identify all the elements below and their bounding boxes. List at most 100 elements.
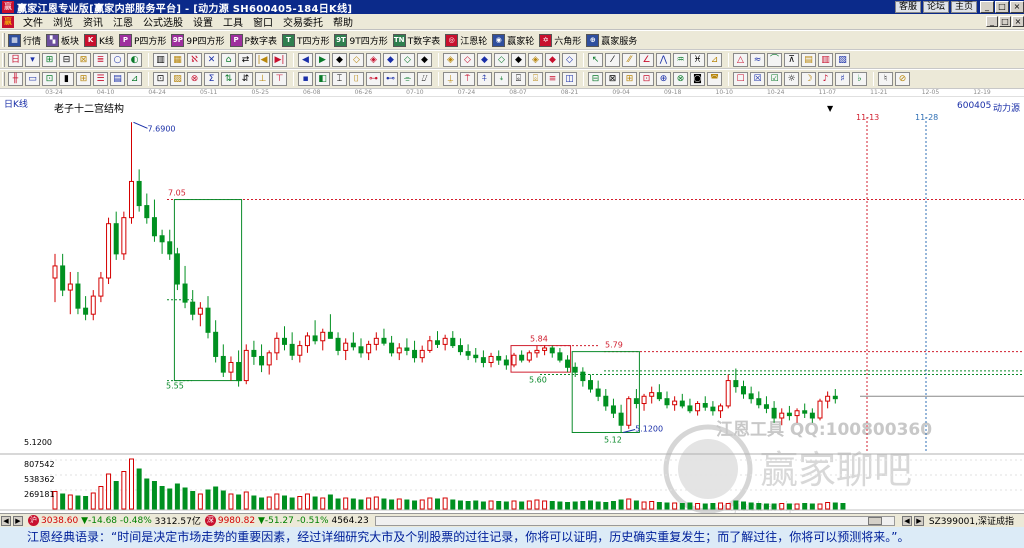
- tool-button-icon[interactable]: ◈: [528, 52, 543, 67]
- tool-button-icon[interactable]: ⋀: [656, 52, 671, 67]
- menu-file[interactable]: 文件: [18, 14, 48, 29]
- close-button[interactable]: ×: [1010, 1, 1024, 13]
- tool-button-icon[interactable]: ⊡: [42, 72, 57, 86]
- toolbar-button-grid[interactable]: ▦ 行情: [8, 33, 41, 47]
- scroll-left-button[interactable]: ◀: [1, 515, 11, 526]
- tool-button-icon[interactable]: ⊿: [127, 72, 142, 86]
- tool-button-icon[interactable]: ⊞: [42, 52, 57, 67]
- tool-button-icon[interactable]: ⊞: [76, 72, 91, 86]
- tool-button-icon[interactable]: ⊶: [366, 72, 381, 86]
- scroll-next-button[interactable]: ▶: [913, 515, 924, 526]
- tool-button-icon[interactable]: ⊟: [59, 52, 74, 67]
- tool-button-icon[interactable]: ▾: [25, 52, 40, 67]
- tool-button-icon[interactable]: ◇: [349, 52, 364, 67]
- toolbar-button-t-table[interactable]: TN T数字表: [392, 33, 440, 47]
- tool-button-icon[interactable]: ◆: [332, 52, 347, 67]
- tool-button-icon[interactable]: |◀: [255, 52, 270, 67]
- horizontal-scrollbar[interactable]: [374, 515, 895, 526]
- tool-button-icon[interactable]: ◆: [477, 52, 492, 67]
- tool-button-icon[interactable]: ⊗: [673, 72, 688, 86]
- toolbar-button-9t-square[interactable]: 9T 9T四方形: [334, 33, 388, 47]
- tool-button-icon[interactable]: ◆: [545, 52, 560, 67]
- menu-help[interactable]: 帮助: [328, 14, 358, 29]
- toolbar-button-kline[interactable]: K K线: [84, 33, 114, 47]
- tool-button-icon[interactable]: ≣: [93, 52, 108, 67]
- tool-button-icon[interactable]: ↖: [588, 52, 603, 67]
- tool-button-icon[interactable]: ∠: [639, 52, 654, 67]
- tool-button-icon[interactable]: ╫: [8, 72, 23, 86]
- menu-tools[interactable]: 工具: [218, 14, 248, 29]
- tool-button-icon[interactable]: ⊕: [656, 72, 671, 86]
- tool-button-icon[interactable]: ⊠: [605, 72, 620, 86]
- menu-formula-screen[interactable]: 公式选股: [138, 14, 188, 29]
- tool-button-icon[interactable]: ⍖: [494, 72, 509, 86]
- tool-button-icon[interactable]: ⌷: [349, 72, 364, 86]
- tool-button-icon[interactable]: ▪: [298, 72, 313, 86]
- tool-button-icon[interactable]: ⇵: [238, 72, 253, 86]
- tool-button-icon[interactable]: ⊠: [76, 52, 91, 67]
- menu-gann[interactable]: 江恩: [108, 14, 138, 29]
- tool-button-icon[interactable]: ⁄: [605, 52, 620, 67]
- toolbar-grip[interactable]: [2, 72, 5, 86]
- tool-button-icon[interactable]: ▮: [59, 72, 74, 86]
- tool-button-icon[interactable]: ▧: [835, 52, 850, 67]
- tool-button-icon[interactable]: ⊞: [622, 72, 637, 86]
- tool-button-icon[interactable]: Σ: [204, 72, 219, 86]
- tool-button-icon[interactable]: ▥: [153, 52, 168, 67]
- tool-button-icon[interactable]: ⊡: [153, 72, 168, 86]
- toolbar-grip[interactable]: [2, 33, 5, 47]
- toolbar-button-p-table[interactable]: P P数字表: [229, 33, 277, 47]
- tool-button-icon[interactable]: ♭: [852, 72, 867, 86]
- tool-button-icon[interactable]: 日: [8, 52, 23, 67]
- tool-button-icon[interactable]: ⊡: [639, 72, 654, 86]
- toolbar-button-t-square[interactable]: T T四方形: [281, 33, 329, 47]
- tool-button-icon[interactable]: ◫: [562, 72, 577, 86]
- chart-dropdown-arrow-icon[interactable]: ▼: [827, 104, 833, 113]
- toolbar-button-p-square[interactable]: P P四方形: [118, 33, 166, 47]
- tool-button-icon[interactable]: ◧: [315, 72, 330, 86]
- tool-button-icon[interactable]: ◇: [494, 52, 509, 67]
- tool-button-icon[interactable]: ◀: [298, 52, 313, 67]
- menu-window[interactable]: 窗口: [248, 14, 278, 29]
- tool-button-icon[interactable]: ☒: [750, 72, 765, 86]
- tool-button-icon[interactable]: ♪: [818, 72, 833, 86]
- tool-button-icon[interactable]: ⍑: [460, 72, 475, 86]
- toolbar-button-blocks[interactable]: ▚ 板块: [46, 33, 79, 47]
- tool-button-icon[interactable]: △: [733, 52, 748, 67]
- tool-button-icon[interactable]: ⊥: [255, 72, 270, 86]
- tool-button-icon[interactable]: ◇: [460, 52, 475, 67]
- tool-button-icon[interactable]: ☰: [93, 72, 108, 86]
- scrollbar-thumb[interactable]: [867, 516, 882, 525]
- tool-button-icon[interactable]: ◈: [366, 52, 381, 67]
- tool-button-icon[interactable]: ▶: [315, 52, 330, 67]
- tool-button-icon[interactable]: ⌻: [528, 72, 543, 86]
- tool-button-icon[interactable]: ≡: [545, 72, 560, 86]
- tool-button-icon[interactable]: ◆: [511, 52, 526, 67]
- tool-button-icon[interactable]: ⌒: [767, 52, 782, 67]
- menu-browse[interactable]: 浏览: [48, 14, 78, 29]
- tool-button-icon[interactable]: ▥: [818, 52, 833, 67]
- homepage-link[interactable]: 主页: [950, 1, 977, 13]
- tool-button-icon[interactable]: ◆: [383, 52, 398, 67]
- child-restore-button[interactable]: □: [999, 16, 1011, 27]
- tool-button-icon[interactable]: ⁄⁄: [622, 52, 637, 67]
- tool-button-icon[interactable]: ⇅: [221, 72, 236, 86]
- tool-button-icon[interactable]: ▤: [801, 52, 816, 67]
- scroll-right-button[interactable]: ▶: [13, 515, 23, 526]
- tool-button-icon[interactable]: ◇: [562, 52, 577, 67]
- tool-button-icon[interactable]: ⊤: [272, 72, 287, 86]
- tool-button-icon[interactable]: ⊿: [707, 52, 722, 67]
- child-close-button[interactable]: ×: [1012, 16, 1024, 27]
- tool-button-icon[interactable]: ℵ: [187, 52, 202, 67]
- tool-button-icon[interactable]: ⊼: [784, 52, 799, 67]
- tool-button-icon[interactable]: ♮: [878, 72, 893, 86]
- tool-button-icon[interactable]: ⊗: [187, 72, 202, 86]
- forum-link[interactable]: 论坛: [922, 1, 949, 13]
- toolbar-button-9p-square[interactable]: 9P 9P四方形: [171, 33, 225, 47]
- menu-trade[interactable]: 交易委托: [278, 14, 328, 29]
- tool-button-icon[interactable]: ○: [110, 52, 125, 67]
- tool-button-icon[interactable]: ⌶: [332, 72, 347, 86]
- tool-button-icon[interactable]: ♓: [690, 52, 705, 67]
- tool-button-icon[interactable]: ⊘: [895, 72, 910, 86]
- child-minimize-button[interactable]: _: [986, 16, 998, 27]
